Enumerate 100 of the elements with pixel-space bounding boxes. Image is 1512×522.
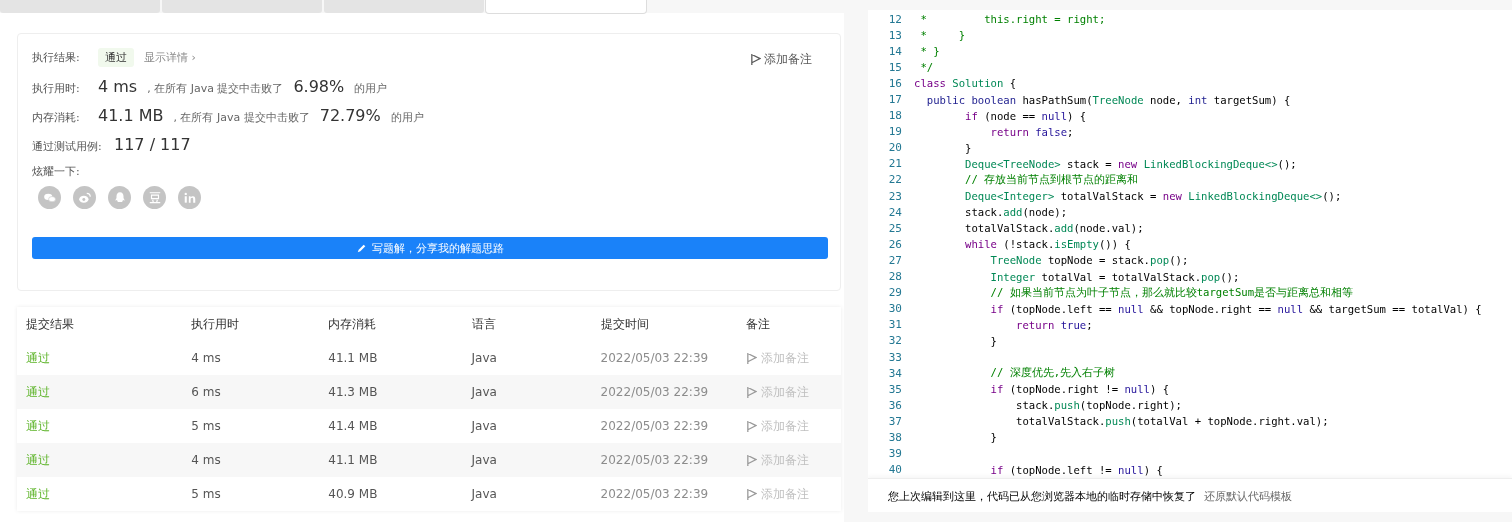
code-line: // 如果当前节点为叶子节点，那么就比较targetSum是否与距离总和相等 (989, 285, 1354, 300)
stat-suffix: 的用户 (390, 110, 424, 125)
line-number: 19 (887, 125, 903, 139)
code-line: if (topNode.left != null) { (989, 463, 1163, 476)
add-note-button[interactable]: 添加备注 (745, 349, 809, 367)
tab[interactable] (162, 0, 322, 13)
line-number: 22 (887, 173, 903, 187)
douban-icon (147, 190, 162, 205)
code-line: if (node == null) { (964, 109, 1087, 122)
line-number: 21 (887, 157, 903, 171)
line-number: 38 (887, 431, 903, 444)
share-button[interactable] (73, 186, 96, 209)
table-cell: Java (462, 409, 592, 443)
table-cell: Java (462, 443, 592, 477)
line-number: 27 (887, 253, 903, 267)
percent-value: 6.98% (293, 77, 345, 96)
linkedin-icon (182, 190, 197, 205)
code-line: return false; (989, 125, 1074, 138)
table-cell: 2022/05/03 22:39 (591, 443, 737, 477)
percent-value: 72.79% (319, 106, 381, 125)
test-count: 117 / 117 (114, 135, 191, 154)
tab[interactable] (0, 0, 160, 13)
column-header: 提交结果 (17, 307, 183, 341)
line-number: 28 (887, 270, 903, 284)
line-number: 35 (887, 382, 903, 396)
code-line: stack.push(topNode.right); (1015, 399, 1182, 412)
code-line: * } (919, 29, 966, 42)
line-number: 29 (887, 286, 903, 300)
flag-icon (745, 453, 757, 467)
code-line: // 深度优先,先入右子树 (989, 366, 1116, 381)
column-header: 备注 (736, 307, 841, 341)
share-button[interactable] (38, 186, 61, 209)
code-line: * this.right = right; (919, 13, 1106, 26)
line-number: 33 (887, 350, 903, 364)
write-solution-button[interactable]: 写题解，分享我的解题思路 (32, 237, 828, 259)
code-line: stack.add(node); (964, 206, 1068, 219)
table-cell: 2022/05/03 22:39 (591, 409, 737, 443)
table-cell: 41.1 MB (319, 443, 463, 477)
code-line: while (!stack.isEmpty()) { (964, 238, 1131, 251)
restore-link[interactable]: 还原默认代码模板 (1204, 488, 1292, 504)
add-note-button[interactable]: 添加备注 (745, 485, 809, 503)
result-link[interactable]: 通过 (26, 452, 50, 467)
result-link[interactable]: 通过 (26, 418, 50, 433)
line-number: 17 (887, 93, 903, 106)
add-note-button[interactable]: 添加备注 (744, 50, 818, 69)
table-cell: 2022/05/03 22:39 (591, 375, 737, 409)
table-cell: 4 ms (182, 443, 320, 477)
line-number: 31 (887, 318, 903, 332)
share-button[interactable] (108, 186, 131, 209)
stat-text: , 在所有 Java 提交中击败了 (147, 81, 284, 96)
flag-icon (745, 487, 757, 501)
line-number: 14 (887, 44, 903, 58)
notice-text: 您上次编辑到这里，代码已从您浏览器本地的临时存储中恢复了 (888, 488, 1196, 504)
field-label: 执行结果: (32, 50, 81, 65)
code-line: * } (919, 45, 940, 58)
field-label: 炫耀一下: (32, 164, 81, 179)
tab[interactable] (486, 0, 646, 13)
table-cell: 41.3 MB (319, 375, 463, 409)
code-line: totalValStack.add(node.val); (964, 222, 1144, 235)
code-line: TreeNode topNode = stack.pop(); (989, 254, 1189, 267)
code-line: class Solution { (914, 77, 1017, 90)
status-badge: 通过 (98, 48, 134, 67)
line-number: 18 (887, 109, 903, 123)
code-line: Deque<TreeNode> stack = new LinkedBlockingDeque<>(); (964, 157, 1297, 170)
table-cell: 40.9 MB (319, 477, 463, 511)
add-note-button[interactable]: 添加备注 (745, 417, 809, 435)
field-label: 通过测试用例: (32, 139, 103, 154)
table-cell: 5 ms (182, 477, 320, 511)
line-number: 23 (887, 189, 903, 203)
result-link[interactable]: 通过 (26, 384, 50, 399)
field-label: 执行用时: (32, 81, 81, 96)
code-line: public boolean hasPathSum(TreeNode node, int targetSum) { (925, 93, 1291, 106)
code-line: } (964, 141, 972, 154)
share-button[interactable] (178, 186, 201, 209)
line-number: 26 (887, 237, 903, 251)
code-line: } (989, 431, 997, 444)
result-link[interactable]: 通过 (26, 486, 50, 501)
tab[interactable] (324, 0, 484, 13)
stat-value: 4 ms (98, 77, 138, 96)
line-number: 30 (887, 302, 903, 316)
line-number: 37 (887, 414, 903, 428)
table-cell: Java (462, 375, 592, 409)
stat-text: , 在所有 Java 提交中击败了 (173, 110, 310, 125)
code-line: Integer totalVal = totalValStack.pop(); (989, 270, 1240, 283)
code-line: } (989, 334, 997, 347)
code-line: // 存放当前节点到根节点的距离和 (964, 173, 1139, 187)
line-number: 24 (887, 205, 903, 219)
details-link[interactable]: 显示详情 › (144, 50, 196, 65)
share-button[interactable] (143, 186, 166, 209)
line-number: 32 (887, 334, 903, 348)
line-number: 25 (887, 221, 903, 235)
line-number: 34 (887, 366, 903, 380)
table-cell: 2022/05/03 22:39 (591, 477, 737, 511)
code-line: */ (919, 61, 934, 74)
line-number: 39 (887, 447, 903, 461)
result-link[interactable]: 通过 (26, 350, 50, 365)
table-cell: Java (462, 477, 592, 511)
flag-icon (750, 53, 761, 66)
line-number: 12 (887, 12, 903, 26)
weibo-icon (77, 190, 92, 205)
